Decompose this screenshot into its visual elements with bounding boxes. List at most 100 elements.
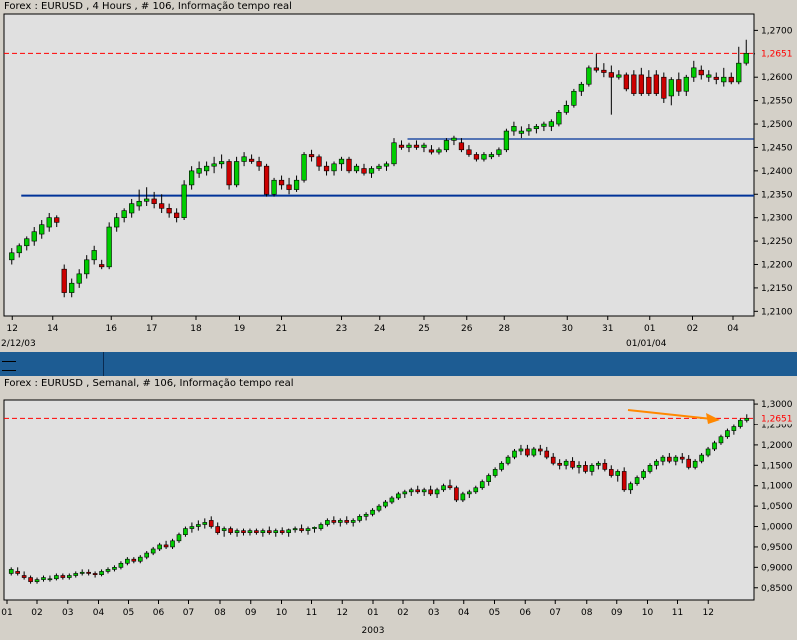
bot-candle [357, 516, 362, 521]
top-candle [54, 217, 60, 223]
top-y-tick-label: 1,2100 [761, 307, 793, 317]
top-y-tick-label: 1,2250 [761, 237, 793, 247]
top-candle [196, 168, 202, 174]
bot-candle [686, 458, 692, 468]
top-candle [406, 144, 412, 148]
bot-candle [150, 548, 156, 554]
bot-candle [370, 509, 375, 515]
bot-candle [738, 420, 743, 427]
bot-candle [467, 491, 472, 495]
top-candle [316, 156, 322, 167]
top-candle [211, 163, 217, 167]
bot-candle [41, 577, 46, 580]
top-candle [556, 112, 562, 125]
bot-candle [725, 430, 730, 438]
top-candle [99, 264, 105, 268]
bot-candle [273, 530, 279, 533]
bot-candle [570, 460, 575, 468]
bot-candle [170, 540, 175, 548]
top-candle [683, 76, 689, 92]
bot-candle [228, 528, 233, 533]
top-candle [458, 142, 465, 151]
bot-candle [415, 489, 421, 493]
bot-plot-area [3, 399, 755, 601]
top-x-tick-label: 02 [687, 324, 698, 334]
top-x-tick-label: 01 [644, 324, 655, 334]
top-candle [518, 130, 525, 134]
top-x-tick-label: 18 [190, 324, 202, 334]
bot-candle [60, 575, 66, 578]
bot-candle [118, 562, 124, 568]
top-y-tick-label: 1,2300 [761, 214, 793, 224]
bot-candle [434, 489, 440, 495]
top-y-tick-label: 1,2500 [761, 120, 793, 130]
bot-candle [531, 448, 537, 456]
bot-candle [28, 577, 33, 582]
bot-candle [337, 520, 343, 523]
bot-x-tick-label: 12 [337, 608, 348, 618]
bot-candle [589, 465, 595, 472]
top-y-tick-label: 1,2450 [761, 143, 793, 153]
bot-y-tick-label: 1,0000 [761, 523, 793, 533]
top-y-tick-label: 1,2150 [761, 284, 793, 294]
bot-candle [421, 489, 427, 493]
top-candle [698, 69, 704, 76]
bot-candle [47, 578, 53, 581]
bot-candle [279, 530, 285, 533]
panel-splitter[interactable] [0, 352, 797, 376]
bot-candle [196, 524, 201, 527]
bot-y-tick-label: 1,1500 [761, 461, 793, 471]
bot-candle [538, 448, 543, 452]
top-candle [136, 200, 142, 207]
bot-candle [331, 520, 337, 523]
top-candle [721, 76, 727, 83]
bot-candle [221, 528, 227, 531]
top-candle [586, 67, 592, 85]
top-candle [278, 179, 285, 186]
top-candle [526, 128, 532, 132]
bot-candle [512, 450, 517, 458]
bot-current-price-label: 1,2651 [761, 414, 793, 424]
bot-candle [163, 544, 169, 548]
top-x-tick-label: 14 [47, 324, 59, 334]
bottom-chart-panel[interactable]: 1,3000 1,2500 1,2000 1,1500 1,1000 1,0500 1,00… [0, 376, 797, 640]
bot-candle [215, 526, 220, 533]
top-candle [376, 165, 382, 169]
bot-candle [363, 513, 369, 517]
bot-candle [396, 493, 401, 499]
bot-candle [576, 465, 582, 468]
bot-candle [254, 530, 259, 533]
bot-x-tick-label: 06 [520, 608, 532, 618]
top-candle [631, 74, 637, 94]
bot-x-tick-label: 04 [93, 608, 105, 618]
bot-candle [66, 575, 72, 578]
bot-candle [292, 528, 298, 531]
top-current-price-label: 1,2651 [761, 49, 793, 59]
bot-candle [318, 524, 324, 529]
top-candle [248, 158, 255, 162]
bot-x-tick-label: 01 [1, 608, 12, 618]
bot-candle [602, 462, 608, 470]
bot-x-tick-label: 03 [428, 608, 439, 618]
top-chart-panel[interactable]: 1,27001,26501,26001,25501,25001,24501,24… [0, 0, 797, 352]
bot-x-tick-label: 03 [62, 608, 73, 618]
bot-x-tick-label: 05 [489, 608, 500, 618]
bot-candle [621, 471, 627, 491]
top-candle [114, 217, 120, 228]
bot-x-tick-label: 11 [306, 608, 317, 618]
top-x-tick-label: 16 [106, 324, 118, 334]
bot-candle [286, 529, 291, 533]
top-x-tick-label: 24 [374, 324, 386, 334]
bot-x-tick-label: 06 [153, 608, 165, 618]
bot-x-tick-label: 08 [581, 608, 593, 618]
bot-candle [699, 454, 704, 462]
bot-candle [344, 520, 350, 523]
bot-candle [92, 573, 98, 575]
top-candle [338, 158, 345, 165]
top-candle [706, 74, 712, 78]
top-candle [368, 168, 375, 174]
top-candle [218, 161, 225, 165]
top-candle [601, 69, 607, 73]
bot-candle [79, 571, 85, 574]
top-candle [353, 165, 360, 172]
